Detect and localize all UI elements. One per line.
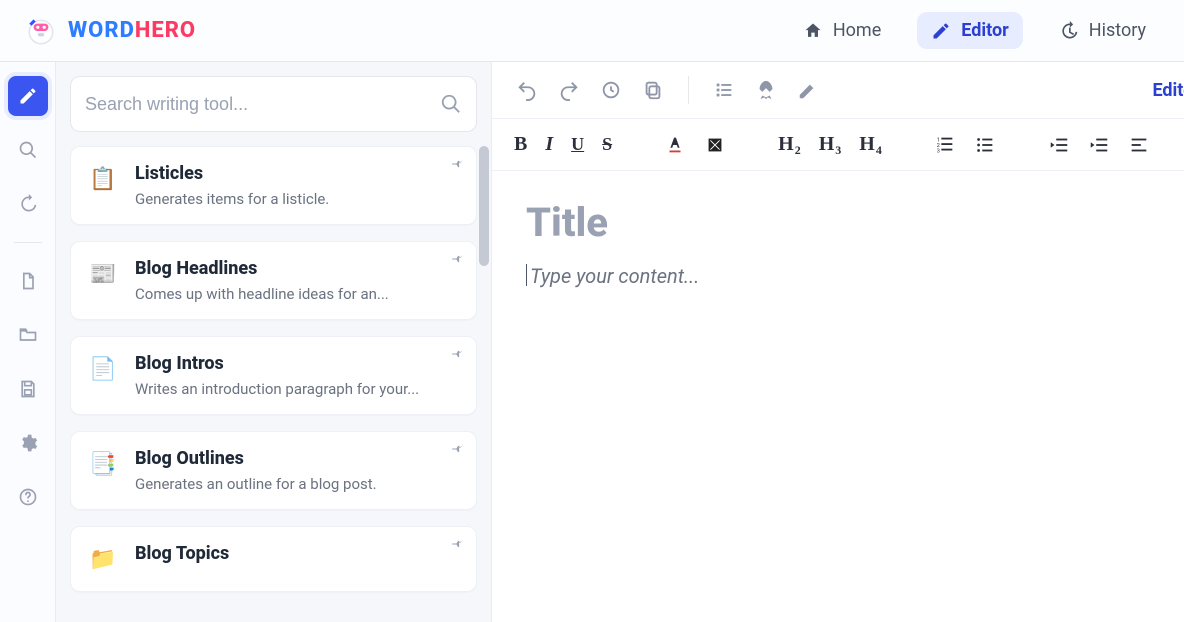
history-icon [1059,21,1079,41]
file-icon [18,271,38,291]
underline-button[interactable]: U [571,134,584,155]
h4-button[interactable]: H4 [859,133,882,156]
toolbar-separator [688,76,689,104]
tool-title: Listicles [135,163,460,184]
pin-icon[interactable] [448,345,466,363]
text-caret [526,264,527,286]
tool-icon: 📁 [87,543,119,575]
home-icon [803,21,823,41]
tool-title: Blog Intros [135,353,460,374]
nav-home[interactable]: Home [789,12,895,49]
rail-new-doc[interactable] [8,261,48,301]
help-icon [18,487,38,507]
brand[interactable]: WORDHERO [24,14,196,48]
editor-toolbar: Editor v1 [492,62,1184,119]
nav-history[interactable]: History [1045,12,1160,49]
h3-button[interactable]: H3 [819,133,842,156]
tool-desc: Generates items for a listicle. [135,190,460,208]
nav-editor[interactable]: Editor [917,12,1022,49]
document-area[interactable]: Title Type your content... [492,171,1184,316]
tool-desc: Writes an introduction paragraph for you… [135,380,460,398]
nav-home-label: Home [833,20,881,41]
unordered-list-button[interactable] [974,134,996,156]
rail-settings[interactable] [8,423,48,463]
ordered-list-button[interactable]: 123 [934,134,956,156]
brand-logo-icon [24,14,58,48]
top-nav: Home Editor History [789,12,1160,49]
search-input[interactable] [85,94,430,115]
undo-button[interactable] [514,77,540,103]
pencil-icon [931,21,951,41]
pin-icon[interactable] [448,250,466,268]
pin-icon[interactable] [448,535,466,553]
h2-button[interactable]: H2 [778,133,801,156]
rail-editor[interactable] [8,76,48,116]
search-icon [18,140,38,160]
rocket-button[interactable] [753,77,779,103]
tool-title: Blog Headlines [135,258,460,279]
tool-card[interactable]: 📑 Blog Outlines Generates an outline for… [70,431,477,510]
edit-button[interactable] [795,77,821,103]
tool-sidebar: 📋 Listicles Generates items for a listic… [56,62,492,622]
rail-open[interactable] [8,315,48,355]
history-button[interactable] [598,77,624,103]
history-icon [18,194,38,214]
tool-title: Blog Topics [135,543,460,564]
tool-desc: Generates an outline for a blog post. [135,475,460,493]
title-placeholder[interactable]: Title [526,199,1184,246]
tool-icon: 📄 [87,353,119,385]
search-input-wrap[interactable] [70,76,477,132]
tool-card[interactable]: 📋 Listicles Generates items for a listic… [70,146,477,225]
text-color-button[interactable] [664,134,686,156]
main-layout: 📋 Listicles Generates items for a listic… [0,62,1184,597]
tool-icon: 📰 [87,258,119,290]
content-placeholder[interactable]: Type your content... [526,264,1184,288]
list-button[interactable] [711,77,737,103]
tool-icon: 📋 [87,163,119,195]
nav-history-label: History [1089,20,1146,41]
svg-text:3: 3 [937,148,940,154]
outdent-button[interactable] [1048,134,1070,156]
rail-divider [14,242,42,243]
tool-title: Blog Outlines [135,448,460,469]
highlight-button[interactable] [704,134,726,156]
nav-editor-label: Editor [961,20,1008,41]
tool-card[interactable]: 📰 Blog Headlines Comes up with headline … [70,241,477,320]
tool-desc: Comes up with headline ideas for an... [135,285,460,303]
bold-button[interactable]: B [514,133,527,156]
copy-button[interactable] [640,77,666,103]
scrollbar-track[interactable] [477,146,491,622]
left-rail [0,62,56,622]
pin-icon[interactable] [448,155,466,173]
italic-button[interactable]: I [545,133,553,156]
redo-button[interactable] [556,77,582,103]
strike-button[interactable]: S [602,134,612,155]
save-icon [18,379,38,399]
search-icon [440,93,462,115]
editor-version[interactable]: Editor v1 [1152,80,1184,101]
rail-history[interactable] [8,184,48,224]
folder-open-icon [18,325,38,345]
format-toolbar: B I U S H2 H3 H4 123 [492,119,1184,171]
tool-icon: 📑 [87,448,119,480]
tool-card[interactable]: 📁 Blog Topics [70,526,477,592]
pencil-icon [18,86,38,106]
tool-list: 📋 Listicles Generates items for a listic… [56,146,491,622]
rail-save[interactable] [8,369,48,409]
tool-card[interactable]: 📄 Blog Intros Writes an introduction par… [70,336,477,415]
brand-name: WORDHERO [68,18,196,43]
rail-help[interactable] [8,477,48,517]
align-button[interactable] [1128,134,1150,156]
gear-icon [18,433,38,453]
rail-search[interactable] [8,130,48,170]
pin-icon[interactable] [448,440,466,458]
indent-button[interactable] [1088,134,1110,156]
editor-pane: Editor v1 B I U S H2 H3 H4 123 Title [492,62,1184,622]
top-bar: WORDHERO Home Editor History [0,0,1184,62]
scrollbar-thumb[interactable] [479,146,489,266]
